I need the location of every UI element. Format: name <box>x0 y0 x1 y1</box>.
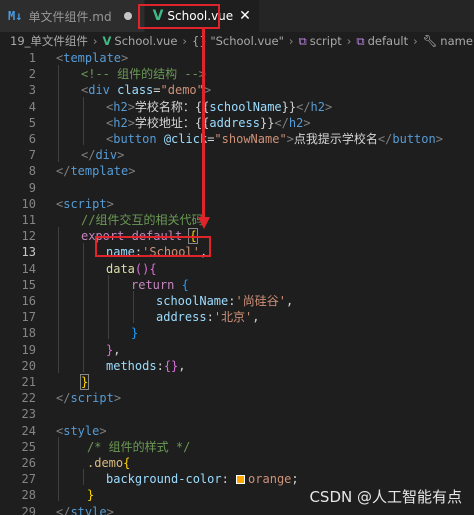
vue-icon: V <box>102 34 112 48</box>
code-line: 15 return { <box>21 277 189 292</box>
annotation-box-name <box>95 236 211 257</box>
symbol-icon: ⧉ <box>356 33 365 48</box>
code-line: 3 <div class="demo"> <box>28 83 212 98</box>
code-line: 1 <template> <box>28 51 129 65</box>
code-line: 13 name:'School', <box>21 245 208 260</box>
breadcrumb: 19_单文件组件 › V School.vue › {} "School.vue… <box>0 32 474 50</box>
code-line: 8 </template> <box>28 164 136 179</box>
breadcrumb-default[interactable]: default <box>368 34 408 48</box>
chevron-right-icon: › <box>92 34 98 48</box>
tab-markdown-file[interactable]: M↓ 单文件组件.md <box>0 0 145 32</box>
code-line: 5<h2>学校地址：{{address}}</h2> <box>28 115 311 130</box>
annotation-arrow-head-icon <box>197 217 210 229</box>
breadcrumb-script[interactable]: script <box>310 34 342 48</box>
chevron-right-icon: › <box>413 34 418 48</box>
breadcrumb-folder[interactable]: 19_单文件组件 <box>10 33 88 49</box>
close-icon[interactable]: ✕ <box>239 8 251 24</box>
breadcrumb-name[interactable]: name <box>440 34 473 48</box>
unsaved-dot-icon[interactable] <box>123 12 132 20</box>
breadcrumb-module[interactable]: {} "School.vue" <box>192 34 284 48</box>
code-line: 14 data(){ <box>21 261 157 276</box>
code-line: 10 <script> <box>21 196 114 211</box>
code-line: 26 .demo{ <box>21 456 131 470</box>
code-line: 16 schoolName:'尚硅谷', <box>21 294 294 308</box>
tab-label: 单文件组件.md <box>28 9 112 24</box>
code-line: 27 background-color: orange; <box>21 472 299 487</box>
chevron-right-icon: › <box>182 34 188 48</box>
code-line: 21} <box>21 374 90 390</box>
code-line: 2 <!-- 组件的结构 --> <box>28 67 207 82</box>
tab-bar: M↓ 单文件组件.md V School.vue ✕ <box>0 0 474 32</box>
code-line: 17 address:'北京', <box>21 310 260 325</box>
annotation-box-tab <box>138 4 220 29</box>
code-line: 18} <box>21 326 139 341</box>
watermark: CSDN @人工智能有点 <box>309 488 462 506</box>
code-line: 23 <box>21 407 36 422</box>
code-line: 19}, <box>21 342 121 357</box>
color-swatch-icon[interactable] <box>236 475 246 485</box>
code-line: 9 <box>28 180 36 195</box>
code-line: 4<h2>学校名称：{{schoolName}}</h2> <box>28 99 333 114</box>
code-line: 7 </div> <box>28 148 125 163</box>
code-line: 11//组件交互的相关代码 <box>21 213 204 227</box>
breadcrumb-file[interactable]: School.vue <box>114 34 177 48</box>
wrench-icon: 🔧︎ <box>422 34 438 48</box>
code-line: 25/* 组件的样式 */ <box>21 439 191 454</box>
markdown-icon: M↓ <box>8 9 23 23</box>
code-line: 20 methods:{}, <box>21 358 186 373</box>
chevron-right-icon: › <box>288 34 294 48</box>
chevron-right-icon: › <box>346 34 352 48</box>
code-editor[interactable]: 1 <template> 2 <!-- 组件的结构 --> 3 <div class=… <box>0 50 474 515</box>
code-line: 6 <button @click="showName">点我提示学校名</butt… <box>28 132 443 146</box>
annotation-arrow-line <box>202 29 205 217</box>
code-line: 22 </script> <box>21 391 122 406</box>
code-line: 12 export default { <box>21 228 198 245</box>
symbol-icon: ⧉ <box>298 33 307 48</box>
code-line: 24 <style> <box>21 423 107 438</box>
